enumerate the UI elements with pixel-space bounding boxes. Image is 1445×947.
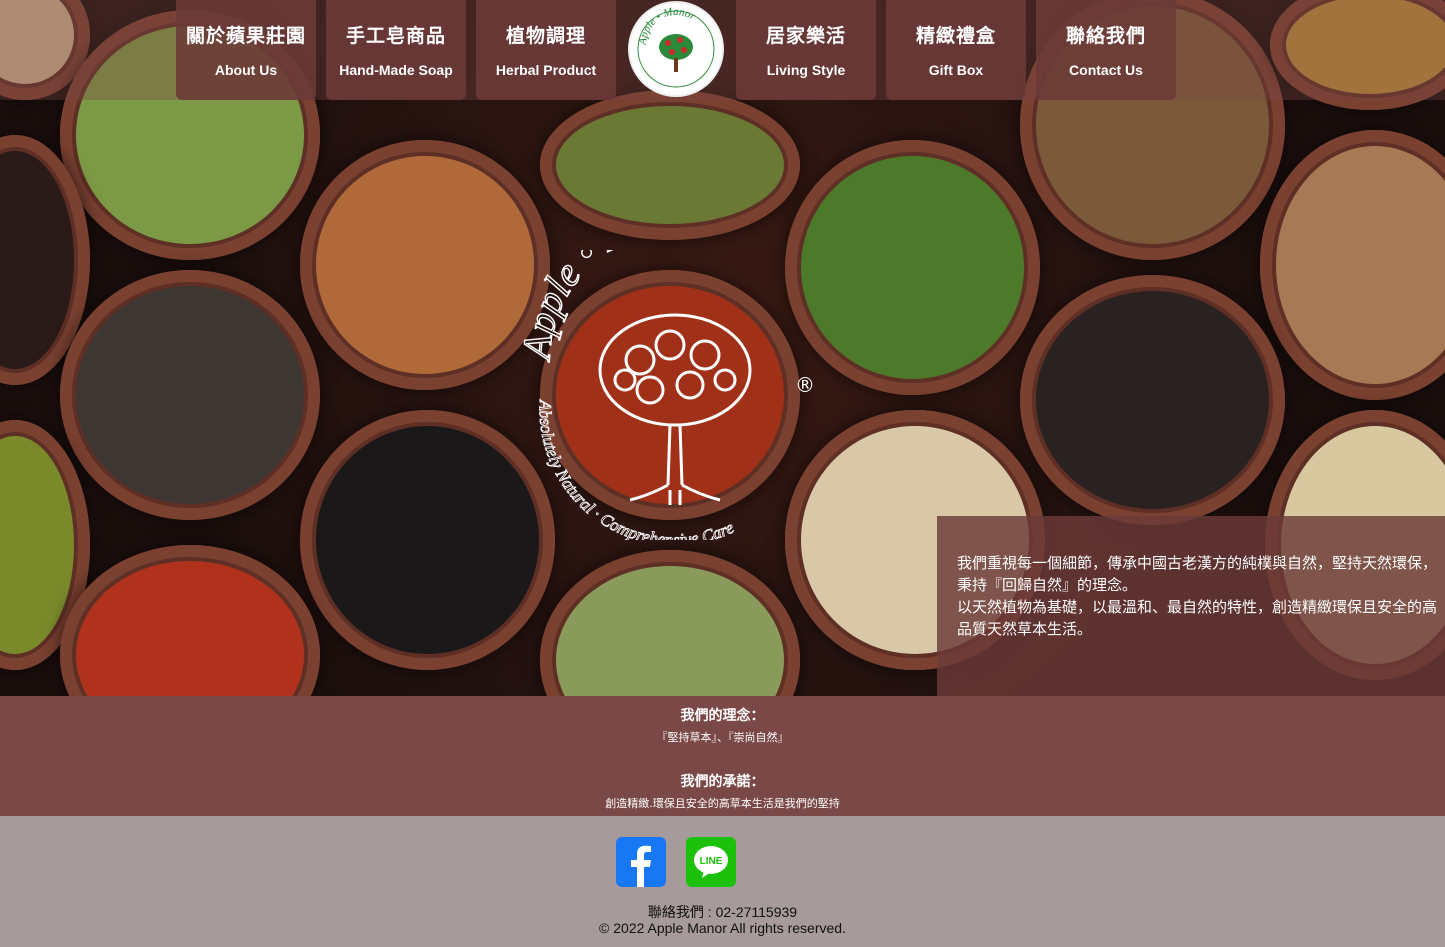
home-logo[interactable]: Apple • Manor (630, 3, 722, 95)
footer: LINE 聯絡我們 : 02-27115939 © 2022 Apple Man… (0, 816, 1445, 947)
nav-about-us[interactable]: 關於蘋果莊園 About Us (176, 0, 316, 100)
nav-label-en: Contact Us (1069, 62, 1143, 78)
intro-line-2: 以天然植物為基礎，以最溫和、最自然的特性，創造精緻環保且安全的高品質天然草本生活… (957, 598, 1438, 638)
intro-text: 我們重視每一個細節，傳承中國古老漢方的純樸與自然，堅持天然環保，秉持『回歸自然』… (937, 516, 1445, 640)
facebook-icon (631, 845, 651, 887)
nav-label-en: Hand-Made Soap (339, 62, 453, 78)
nav-herbal-product[interactable]: 植物調理 Herbal Product (476, 0, 616, 100)
spice-bowl (300, 140, 550, 390)
svg-text:LINE: LINE (700, 856, 723, 867)
nav-label-zh: 居家樂活 (765, 25, 846, 47)
nav-label-en: Living Style (766, 62, 846, 78)
watermark-brand: Apple • Manor (520, 250, 721, 364)
nav-contact-us[interactable]: 聯絡我們 Contact Us (1036, 0, 1176, 100)
line-icon: LINE (694, 846, 728, 878)
promise-text: 創造精緻.環保且安全的高草本生活是我們的堅持 (605, 797, 840, 810)
spice-bowl (300, 410, 555, 670)
intro-panel: 我們重視每一個細節，傳承中國古老漢方的純樸與自然，堅持天然環保，秉持『回歸自然』… (937, 516, 1445, 696)
promise-title: 我們的承諾： (680, 774, 765, 790)
values-band: 我們的理念： 『堅持草本』、『崇尚自然』 我們的承諾： 創造精緻.環保且安全的高… (0, 696, 1445, 816)
hero-banner: Apple • Manor Absolutely Natural · Compr… (0, 0, 1445, 696)
spice-bowl (1020, 275, 1285, 525)
nav-hand-made-soap[interactable]: 手工皂商品 Hand-Made Soap (326, 0, 466, 100)
brand-watermark: Apple • Manor Absolutely Natural · Compr… (520, 250, 815, 540)
nav-label-zh: 植物調理 (505, 25, 586, 47)
nav-label-zh: 關於蘋果莊園 (185, 25, 306, 47)
footer-copyright: © 2022 Apple Manor All rights reserved. (599, 920, 846, 936)
tree-icon (598, 313, 752, 505)
registered-mark: ® (795, 373, 815, 397)
philosophy-title: 我們的理念： (680, 708, 765, 724)
spice-bowl (1260, 130, 1445, 400)
facebook-link[interactable] (616, 837, 666, 887)
spice-bowl (60, 270, 320, 520)
nav-label-zh: 手工皂商品 (345, 25, 446, 47)
philosophy-block: 我們的理念： 『堅持草本』、『崇尚自然』 (0, 705, 1445, 745)
spice-bowl (60, 545, 320, 696)
nav-gift-box[interactable]: 精緻禮盒 Gift Box (886, 0, 1026, 100)
philosophy-text: 『堅持草本』、『崇尚自然』 (656, 731, 789, 744)
nav-living-style[interactable]: 居家樂活 Living Style (736, 0, 876, 100)
apple-manor-logo-icon: Apple • Manor (637, 6, 715, 88)
footer-contact: 聯絡我們 : 02-27115939 (647, 904, 798, 920)
nav-label-zh: 聯絡我們 (1065, 25, 1146, 47)
promise-block: 我們的承諾： 創造精緻.環保且安全的高草本生活是我們的堅持 (0, 771, 1445, 811)
nav-label-en: Herbal Product (495, 62, 597, 78)
intro-line-1: 我們重視每一個細節，傳承中國古老漢方的純樸與自然，堅持天然環保，秉持『回歸自然』… (957, 554, 1438, 594)
nav-label-zh: 精緻禮盒 (915, 25, 996, 47)
nav-label-en: About Us (214, 62, 278, 78)
spice-bowl (540, 550, 800, 696)
spice-bowl (540, 90, 800, 240)
nav-label-en: Gift Box (928, 62, 984, 78)
line-link[interactable]: LINE (686, 837, 736, 887)
